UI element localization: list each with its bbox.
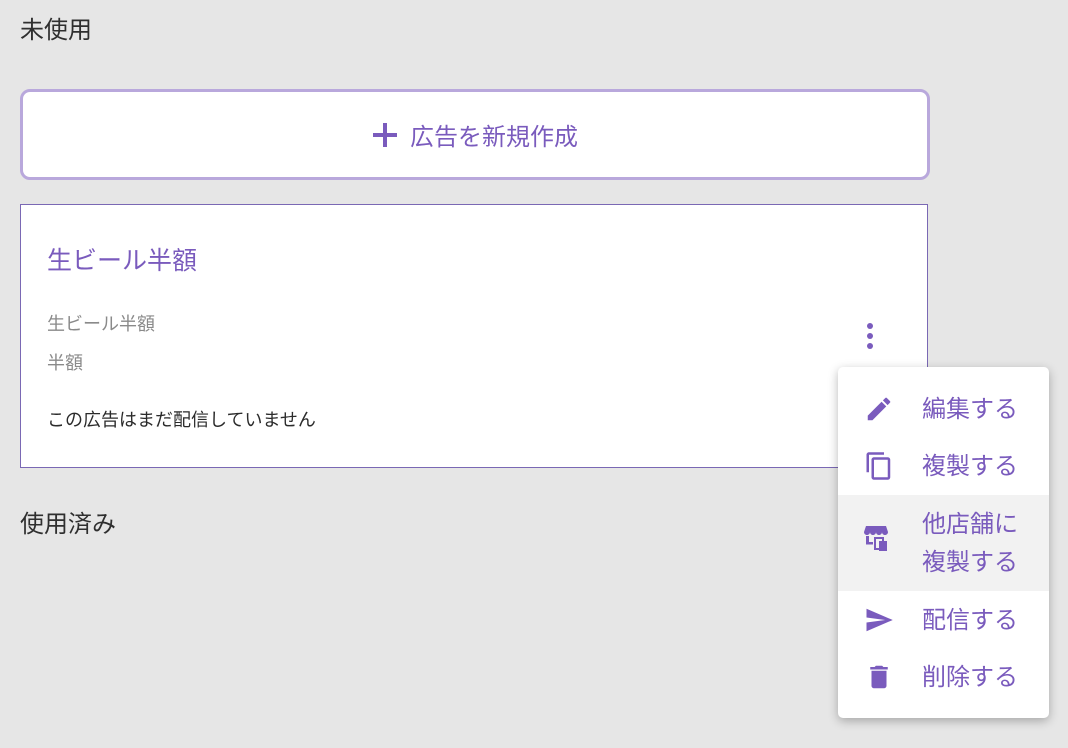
more-vertical-icon[interactable] [855,317,885,355]
menu-item-deliver-label: 配信する [922,606,1018,634]
ad-card[interactable]: 生ビール半額 生ビール半額 半額 この広告はまだ配信していません [20,204,928,468]
plus-icon [372,122,398,148]
menu-item-copy-to-other-store[interactable]: 他店舗に 複製する [838,495,1049,591]
ad-context-menu: 編集する 複製する 他店舗に 複製する 配信する 削除する [838,367,1049,718]
menu-item-edit-label: 編集する [922,395,1018,423]
ad-description-line1: 生ビール半額 [47,314,155,335]
trash-icon [864,662,894,692]
menu-item-delete[interactable]: 削除する [838,649,1049,705]
menu-item-delete-label: 削除する [922,663,1018,691]
menu-item-copy-to-other-store-label-line2: 複製する [922,548,1018,576]
pencil-icon [864,394,894,424]
used-section-heading: 使用済み [20,510,116,538]
menu-item-deliver[interactable]: 配信する [838,592,1049,648]
ad-status-text: この広告はまだ配信していません [47,410,316,431]
create-ad-button[interactable]: 広告を新規作成 [20,89,930,180]
menu-item-duplicate-label: 複製する [922,452,1018,480]
copy-icon [864,451,894,481]
send-icon [864,605,894,635]
menu-item-copy-to-other-store-label-line1: 他店舗に [922,510,1018,538]
store-copy-icon [862,523,892,553]
page: 未使用 広告を新規作成 生ビール半額 生ビール半額 半額 この広告はまだ配信して… [0,0,1068,748]
menu-item-edit[interactable]: 編集する [838,381,1049,437]
ad-description-line2: 半額 [47,353,83,374]
create-ad-button-label: 広告を新規作成 [410,123,578,151]
menu-item-duplicate[interactable]: 複製する [838,438,1049,494]
unused-section-heading: 未使用 [20,16,92,44]
ad-title: 生ビール半額 [47,246,198,275]
menu-item-copy-to-other-store-label: 他店舗に 複製する [922,505,1042,581]
